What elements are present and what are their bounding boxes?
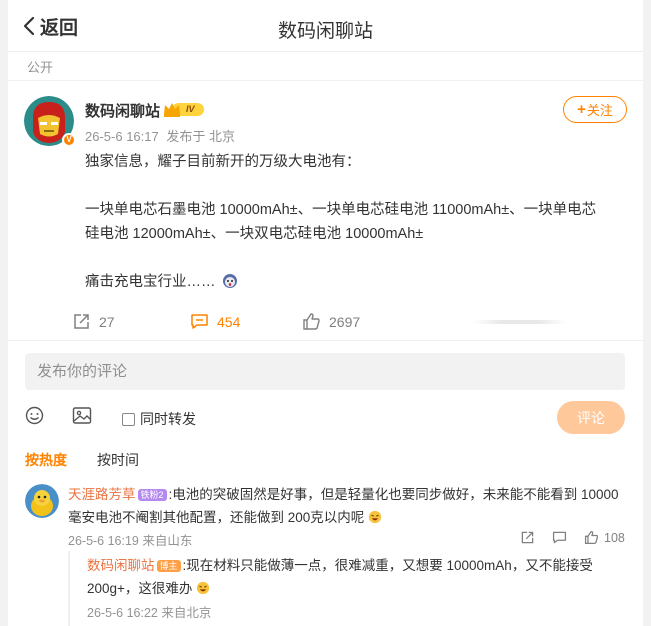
follow-button[interactable]: + 关注	[563, 96, 627, 123]
page-title: 数码闲聊站	[277, 21, 373, 42]
comment-body-cont: 毫安电池不阉割其他配置，还能做到 200克以内呢	[68, 510, 365, 525]
comment-text: 天涯路芳草 铁粉2:电池的突破固然是好事，但是轻量化也要同步做好，未来能不能看到 …	[68, 483, 626, 529]
reply-text: 数码闲聊站 博主:现在材料只能做薄一点，很难减重，又想要 10000mAh，又不能…	[87, 554, 627, 600]
post-text-line: 一块单电芯石墨电池 10000mAh±、一块单电芯硅电池 11000mAh±、一…	[85, 202, 597, 218]
comment-input[interactable]	[25, 353, 625, 390]
thumbs-up-icon	[303, 313, 320, 330]
like-button[interactable]: 2697	[302, 312, 360, 331]
repost-icon	[74, 314, 89, 329]
divider	[8, 340, 643, 341]
post-text-last: 痛击充电宝行业……	[85, 274, 216, 290]
member-level-icon: IV	[163, 101, 205, 118]
comment-like-count: 108	[604, 530, 625, 545]
reply-meta: 26-5-6 16:22 来自北京	[87, 606, 212, 620]
comment-meta: 26-5-6 16:19 来自山东	[68, 534, 193, 548]
post-time[interactable]: 26-5-6 16:17	[85, 129, 159, 144]
emoji-button[interactable]	[25, 406, 44, 430]
tab-sort-hot[interactable]: 按热度	[25, 450, 67, 470]
author-badge: 博主	[156, 560, 181, 572]
checkbox-box[interactable]	[122, 412, 135, 426]
laughing-emoji-icon	[368, 510, 382, 524]
repost-button[interactable]: 27	[72, 312, 115, 331]
repost-also-label: 同时转发	[140, 411, 196, 427]
smiley-icon	[25, 406, 44, 425]
comment-count: 454	[217, 313, 241, 330]
commenter-avatar[interactable]	[25, 484, 59, 518]
comment-like-button[interactable]: 108	[584, 530, 625, 545]
image-icon	[72, 407, 92, 424]
tab-sort-time[interactable]: 按时间	[97, 450, 139, 470]
thumbs-up-icon	[584, 530, 599, 545]
comment-icon	[191, 314, 208, 329]
post-detail-card: 返回 数码闲聊站 公开 V 数码闲聊站 IV 26-5-6 16:17 发布于 …	[8, 0, 643, 626]
laughing-emoji-icon	[197, 581, 210, 595]
loading-shimmer	[473, 320, 567, 324]
post-text-line: 硅电池 12000mAh±、一块双电芯硅电池 10000mAh±	[85, 226, 424, 242]
comment-icon	[552, 531, 567, 544]
submit-comment-button[interactable]: 评论	[557, 401, 625, 434]
fan-badge: 铁粉2	[137, 489, 167, 501]
verified-icon: V	[62, 133, 76, 147]
post-source: 发布于 北京	[166, 129, 235, 144]
verified-badge-text: V	[66, 135, 72, 144]
like-count: 2697	[329, 313, 361, 330]
follow-label: 关注	[586, 103, 613, 118]
comment-body: :电池的突破固然是好事，但是轻量化也要同步做好，未来能不能看到 10000	[168, 487, 619, 502]
repost-count: 27	[99, 313, 115, 330]
comment-button[interactable]: 454	[190, 312, 240, 331]
comment-reply-button[interactable]	[552, 530, 567, 545]
reply-body: :现在材料只能做薄一点，很难减重，又想要 10000mAh，又不能接受	[182, 558, 593, 573]
surprised-emoji-icon	[222, 274, 237, 288]
author-name[interactable]: 数码闲聊站	[85, 100, 160, 121]
top-bar: 返回 数码闲聊站	[8, 0, 643, 52]
image-upload-button[interactable]	[72, 406, 92, 430]
replier-name[interactable]: 数码闲聊站	[87, 558, 155, 573]
plus-icon: +	[577, 101, 586, 118]
commenter-name[interactable]: 天涯路芳草	[68, 487, 136, 502]
member-level-text: IV	[186, 104, 195, 114]
post-meta: 26-5-6 16:17 发布于 北京	[85, 126, 235, 145]
visibility-label: 公开	[27, 60, 54, 75]
post-text-line: 痛击充电宝行业……	[85, 270, 630, 294]
post-text-line: 独家信息，耀子目前新开的万级大电池有：	[85, 154, 361, 170]
repost-also-checkbox[interactable]: 同时转发	[122, 409, 196, 429]
comment-repost-button[interactable]	[520, 530, 535, 545]
reply-body-cont: 200g+，这很难办	[87, 581, 193, 596]
divider	[8, 80, 643, 81]
repost-icon	[521, 531, 534, 544]
